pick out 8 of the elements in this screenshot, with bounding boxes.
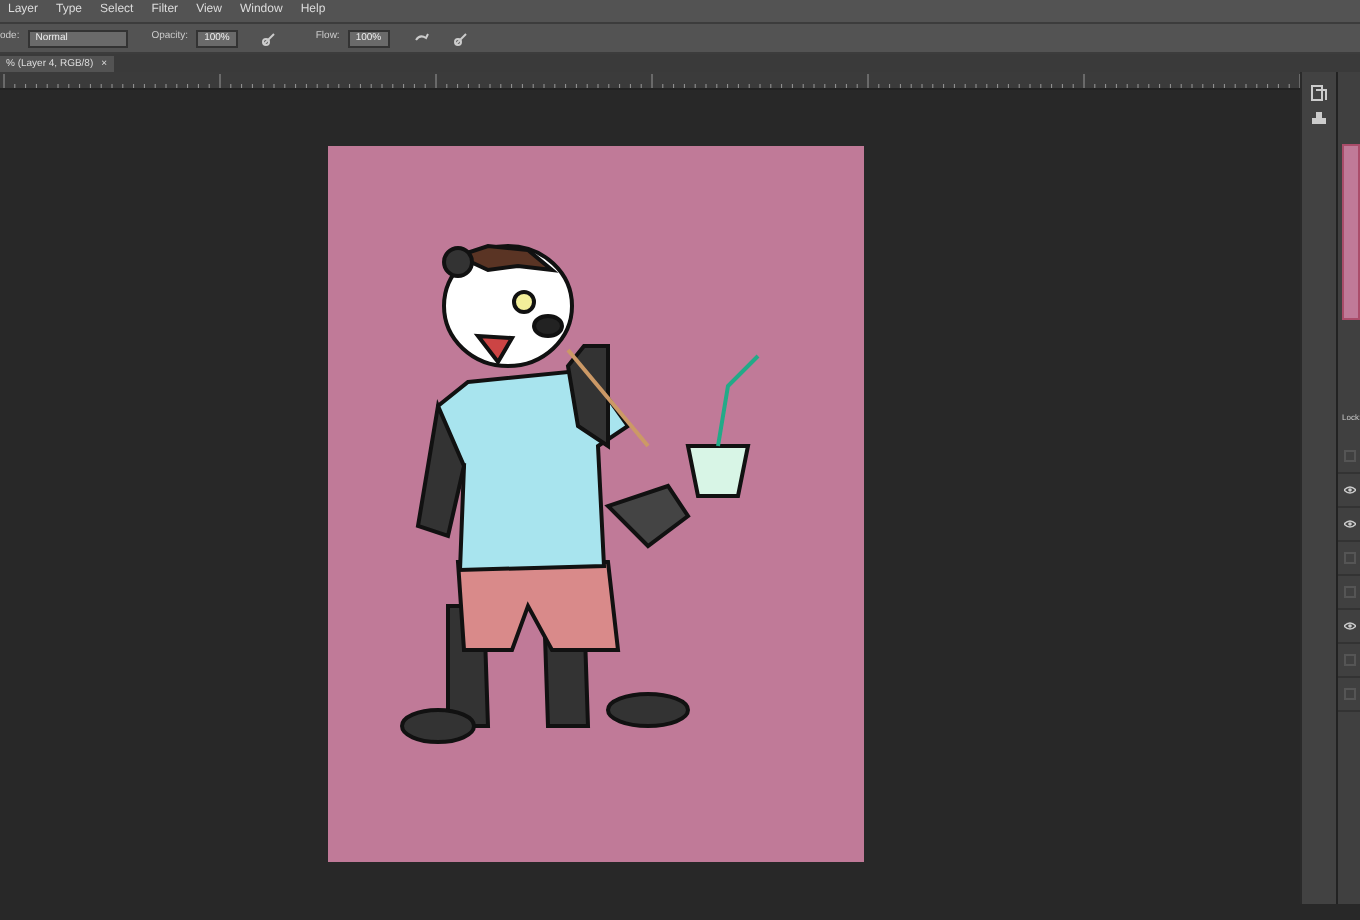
eye-icon[interactable] xyxy=(1344,622,1356,630)
eye-icon[interactable] xyxy=(1344,520,1356,528)
pressure-icon[interactable] xyxy=(261,31,276,45)
airbrush-icon[interactable] xyxy=(413,31,430,45)
stamp-icon[interactable] xyxy=(1310,110,1328,128)
eye-icon[interactable] xyxy=(1344,486,1356,494)
history-icon[interactable] xyxy=(1310,84,1328,102)
pressure-icon[interactable] xyxy=(453,31,468,45)
